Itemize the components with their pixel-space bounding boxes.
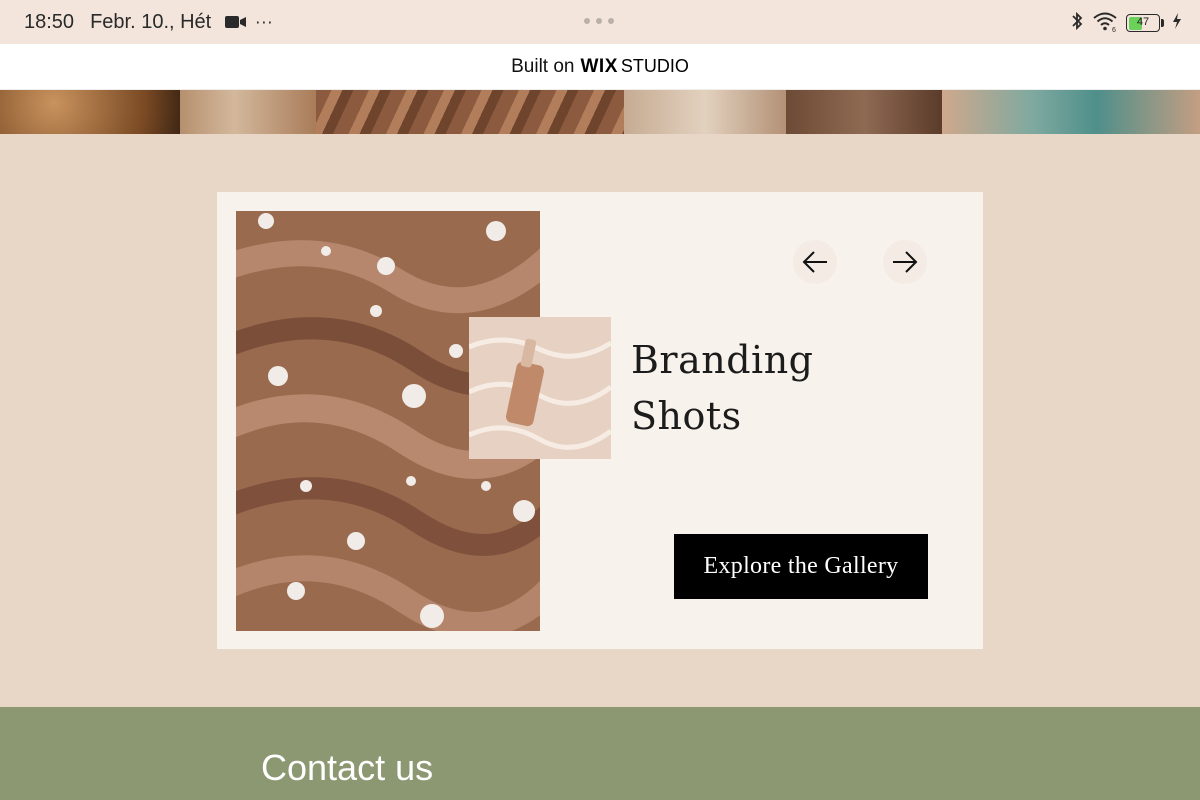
strip-photo-pool	[942, 90, 1200, 134]
video-camera-icon	[225, 15, 247, 29]
serum-bottle-photo	[469, 317, 611, 459]
status-time: 18:50	[24, 10, 75, 33]
slide-title: Branding Shots	[631, 332, 881, 444]
bluetooth-icon	[1070, 10, 1084, 36]
status-bar: 18:50 Febr. 10., Hét ··· 6 47	[0, 0, 1200, 44]
battery-indicator: 47	[1126, 14, 1160, 32]
banner-prefix: Built on	[511, 55, 575, 77]
battery-level: 47	[1136, 16, 1150, 28]
wifi-icon: 6	[1092, 10, 1118, 36]
wix-studio-label: STUDIO	[620, 56, 689, 76]
wix-built-on-banner[interactable]: Built on WIX STUDIO	[0, 44, 1200, 90]
strip-photo-serum-bottle	[180, 90, 316, 134]
status-date: Febr. 10., Hét	[90, 10, 212, 33]
slide-title-line2: Shots	[631, 394, 742, 438]
wix-logo: WIX	[580, 55, 618, 77]
arrow-left-icon	[802, 251, 827, 273]
strip-photo-clay-bowl	[0, 90, 180, 134]
previous-slide-button[interactable]	[793, 240, 837, 284]
next-slide-button[interactable]	[883, 240, 927, 284]
strip-photo-stone	[624, 90, 786, 134]
status-indicators: 6 47	[1070, 10, 1182, 36]
strip-photo-cream-texture	[316, 90, 624, 134]
arrow-right-icon	[893, 251, 918, 273]
slide-title-line1: Branding	[631, 338, 814, 382]
charging-bolt-icon	[1172, 13, 1182, 33]
multitask-handle[interactable]	[584, 18, 614, 24]
contact-section: Contact us	[0, 707, 1200, 800]
photo-strip	[0, 90, 1200, 134]
explore-gallery-button[interactable]: Explore the Gallery	[674, 534, 928, 599]
svg-text:6: 6	[1112, 27, 1116, 32]
contact-title: Contact us	[261, 747, 434, 788]
battery-cap	[1161, 19, 1164, 27]
gallery-slide-card: Branding Shots Explore the Gallery	[217, 192, 983, 649]
strip-photo-skin	[786, 90, 942, 134]
more-notifications-icon: ···	[255, 12, 274, 32]
